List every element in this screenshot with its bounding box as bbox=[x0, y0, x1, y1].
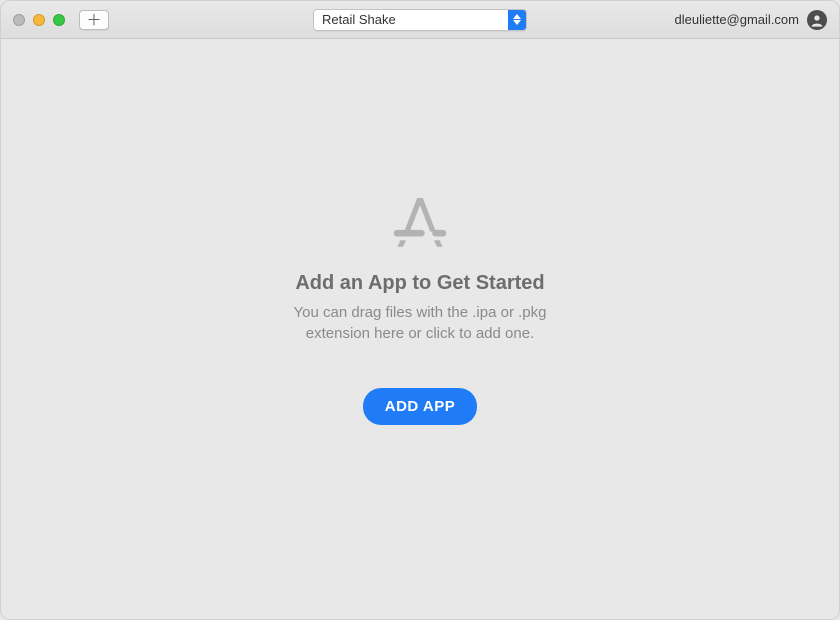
add-app-button-label: ADD APP bbox=[385, 398, 455, 415]
window-controls bbox=[13, 14, 65, 26]
account-area[interactable]: dleuliette@gmail.com bbox=[675, 10, 827, 30]
app-store-icon bbox=[390, 193, 450, 248]
minimize-window-button[interactable] bbox=[33, 14, 45, 26]
maximize-window-button[interactable] bbox=[53, 14, 65, 26]
add-app-button[interactable]: ADD APP bbox=[363, 388, 477, 425]
window-titlebar: ＋ Retail Shake dleuliette@gmail.com bbox=[1, 1, 839, 39]
account-email: dleuliette@gmail.com bbox=[675, 12, 799, 27]
app-selector-label: Retail Shake bbox=[314, 10, 508, 30]
empty-state: Add an App to Get Started You can drag f… bbox=[1, 39, 839, 619]
empty-state-subtext: You can drag files with the .ipa or .pkg… bbox=[260, 303, 580, 344]
plus-icon: ＋ bbox=[86, 9, 101, 30]
app-selector-wrap: Retail Shake bbox=[313, 9, 527, 31]
add-tab-button[interactable]: ＋ bbox=[79, 10, 109, 30]
empty-state-heading: Add an App to Get Started bbox=[295, 272, 544, 295]
app-selector-dropdown[interactable]: Retail Shake bbox=[313, 9, 527, 31]
account-avatar-icon bbox=[807, 10, 827, 30]
updown-chevron-icon bbox=[508, 10, 526, 30]
close-window-button[interactable] bbox=[13, 14, 25, 26]
